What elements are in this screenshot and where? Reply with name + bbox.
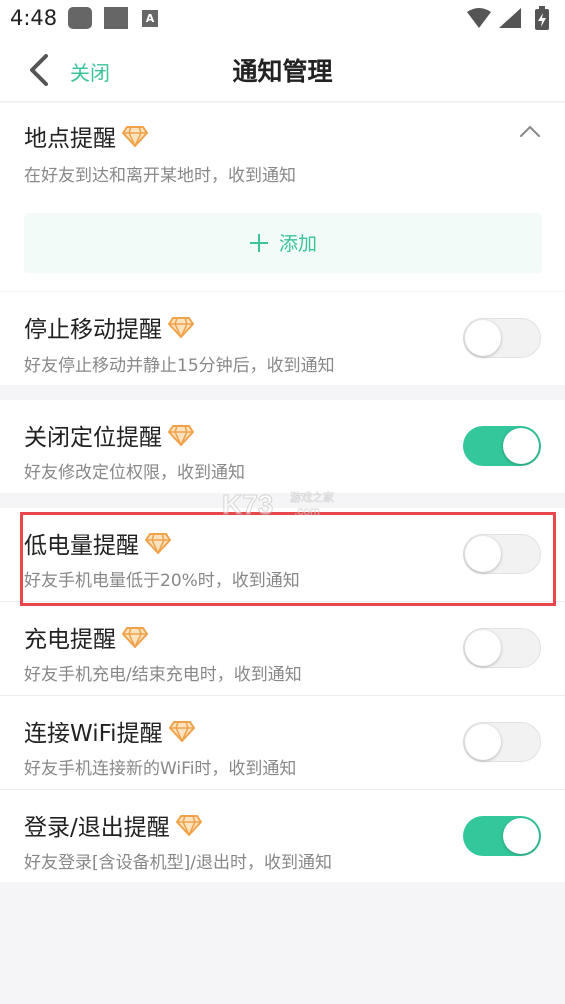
chevron-up-icon[interactable] [519,124,541,138]
gem-icon [122,126,148,147]
charging-toggle[interactable] [463,628,541,668]
toggle-knob [465,724,501,760]
list-item-low-battery: 低电量提醒 好友手机电量低于20%时，收到通知 [0,508,565,601]
item-desc: 好友手机电量低于20%时，收到通知 [24,571,300,591]
toggle-knob [465,320,501,356]
list-item-charging: 充电提醒 好友手机充电/结束充电时，收到通知 [0,602,565,695]
item-title: 登录/退出提醒 [24,808,202,842]
status-time: 4:48 [10,6,58,30]
list-item-stop-moving: 停止移动提醒 好友停止移动并静止15分钟后，收到通知 [0,292,565,385]
gem-icon [175,815,202,836]
item-title: 低电量提醒 [24,526,171,560]
notification-icon [68,7,92,29]
item-desc: 好友登录[含设备机型]/退出时，收到通知 [24,853,332,873]
item-title: 关闭定位提醒 [24,418,194,452]
wifi-toggle[interactable] [463,722,541,762]
battery-icon [535,6,549,30]
location-reminder-title: 地点提醒 [24,119,148,153]
watermark-text: K73 [222,489,273,520]
stop-moving-toggle[interactable] [463,318,541,358]
low-battery-toggle[interactable] [463,534,541,574]
item-desc: 好友停止移动并静止15分钟后，收到通知 [24,356,335,376]
status-bar: 4:48 A [0,0,565,38]
add-location-label: 添加 [278,233,317,255]
gem-icon [168,425,194,446]
toggle-knob [503,818,539,854]
notification-icon [104,7,128,29]
app-badge-icon: A [142,10,158,27]
list-item-login-logout: 登录/退出提醒 好友登录[含设备机型]/退出时，收到通知 [0,790,565,882]
item-title: 连接WiFi提醒 [24,714,195,748]
list-item-wifi: 连接WiFi提醒 好友手机连接新的WiFi时，收到通知 [0,696,565,789]
item-desc: 好友手机连接新的WiFi时，收到通知 [24,759,297,779]
toggle-knob [465,630,501,666]
wifi-icon [467,8,491,28]
nav-bar: 关闭 通知管理 [0,38,565,102]
login-logout-toggle[interactable] [463,816,541,856]
item-title: 停止移动提醒 [24,310,194,344]
item-title: 充电提醒 [24,620,148,654]
gem-icon [145,533,171,554]
item-desc: 好友手机充电/结束充电时，收到通知 [24,665,302,685]
gem-icon [168,317,194,338]
watermark-domain: .com [294,504,320,518]
page-title: 通知管理 [232,57,333,86]
toggle-knob [503,428,539,464]
watermark-subtext: 游戏之家 [290,490,334,504]
item-desc: 好友修改定位权限，收到通知 [24,463,245,483]
gem-icon [168,721,195,742]
plus-icon [249,233,268,252]
location-reminder-desc: 在好友到达和离开某地时，收到通知 [24,166,296,186]
list-item-location-off: 关闭定位提醒 好友修改定位权限，收到通知 [0,400,565,493]
watermark-logo: K73 游戏之家 .com [222,489,335,521]
add-location-button[interactable]: 添加 [24,213,542,273]
system-status-icons [467,6,549,30]
gem-icon [122,627,148,648]
toggle-knob [465,536,501,572]
location-off-toggle[interactable] [463,426,541,466]
signal-icon [499,8,521,28]
add-location-content: 添加 [24,229,542,256]
